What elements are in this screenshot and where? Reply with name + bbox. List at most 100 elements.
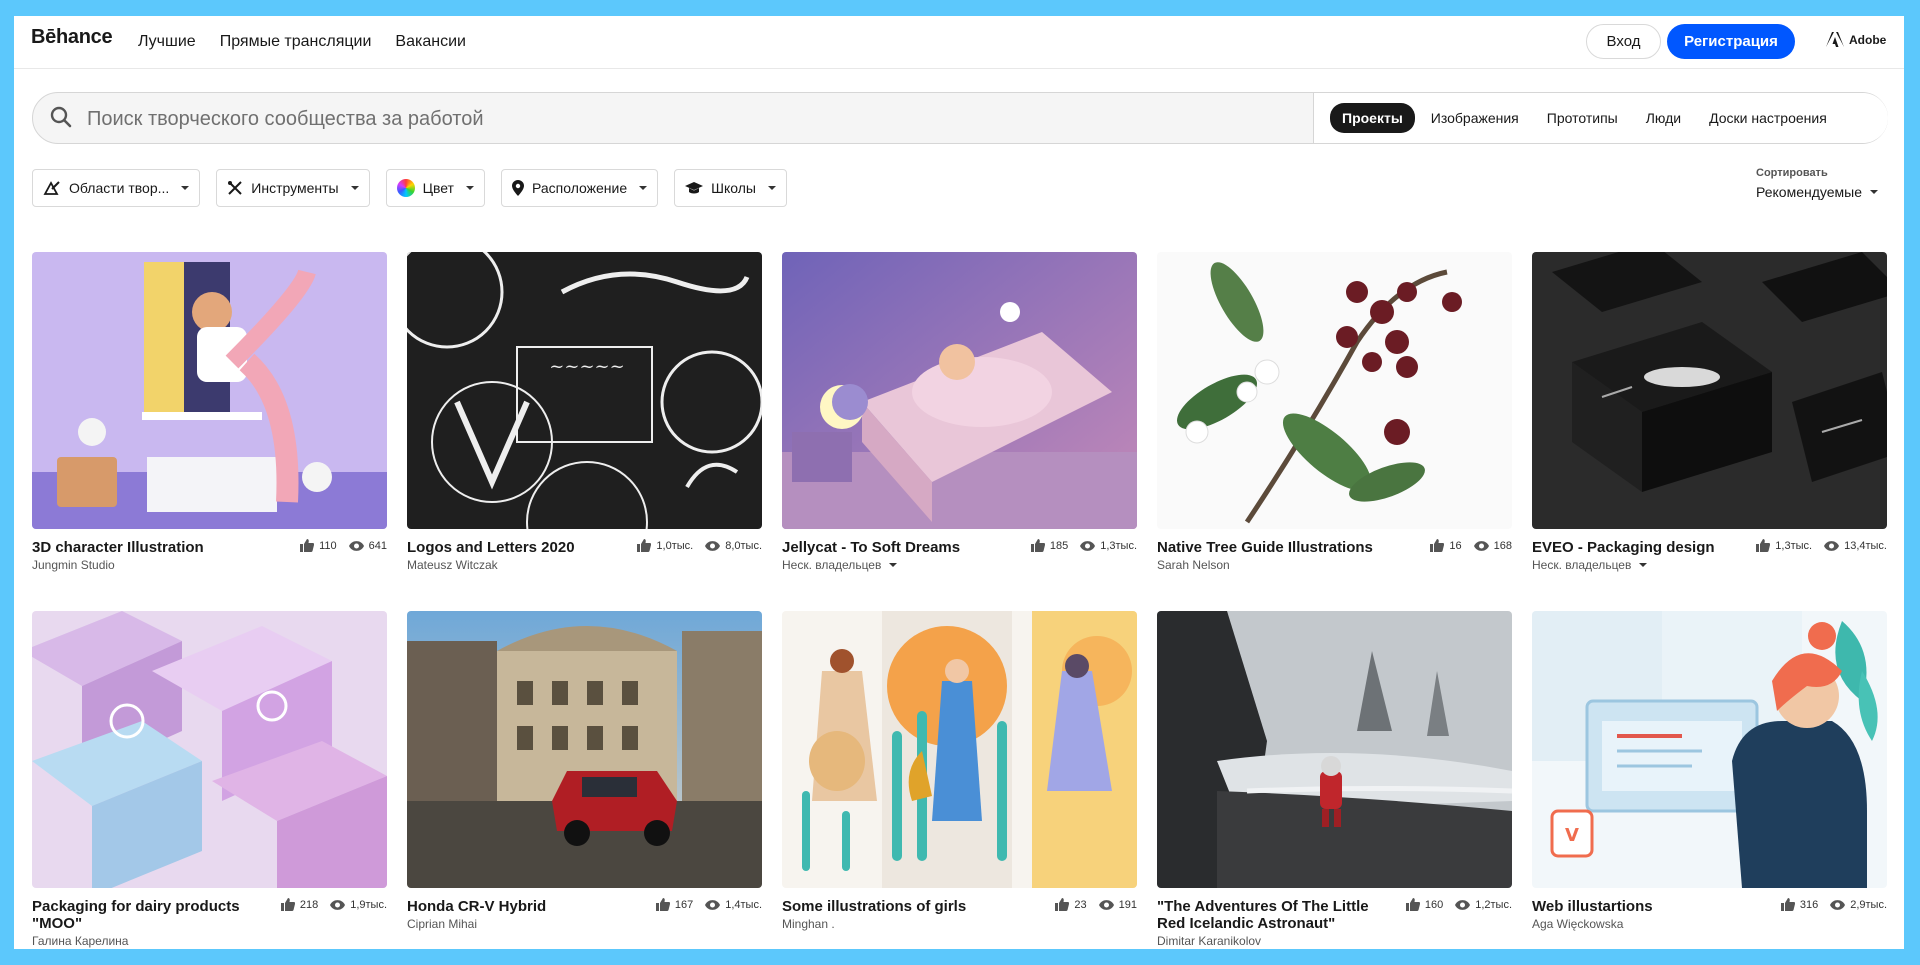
project-meta: Jellycat - To Soft Dreams Неск. владельц… — [782, 539, 1137, 591]
project-meta: Some illustrations of girls Minghan . 23… — [782, 898, 1137, 949]
project-owner[interactable]: Неск. владельцев — [782, 558, 1137, 572]
project-title[interactable]: Native Tree Guide Illustrations — [1157, 539, 1387, 556]
project-card[interactable]: Packaging for dairy products "MOO" Галин… — [32, 611, 387, 949]
sort-dropdown[interactable]: Сортировать Рекомендуемые — [1756, 167, 1878, 200]
project-card[interactable]: "The Adventures Of The Little Red Icelan… — [1157, 611, 1512, 949]
thumbs-up-icon — [1756, 539, 1771, 552]
appreciations: 23 — [1055, 898, 1087, 911]
adobe-icon — [1826, 32, 1844, 47]
views: 2,9тыс. — [1830, 899, 1887, 911]
adobe-label: Adobe — [1849, 32, 1887, 47]
views-count: 2,9тыс. — [1850, 898, 1887, 911]
filter-tools[interactable]: Инструменты — [216, 169, 370, 207]
project-title[interactable]: Some illustrations of girls — [782, 898, 1012, 915]
project-owner-name: Jungmin Studio — [32, 558, 115, 572]
project-owner[interactable]: Mateusz Witczak — [407, 558, 762, 572]
filter-location[interactable]: Расположение — [500, 169, 659, 207]
tab-projects[interactable]: Проекты — [1330, 103, 1415, 133]
project-owner-name: Dimitar Karanikolov — [1157, 934, 1262, 948]
project-owner[interactable]: Minghan . — [782, 917, 1137, 931]
project-owner[interactable]: Jungmin Studio — [32, 558, 387, 572]
project-card[interactable]: V Web illustartions Aga Więckowska 316 2… — [1532, 611, 1887, 949]
project-owner[interactable]: Галина Карелина — [32, 934, 387, 948]
project-owner[interactable]: Ciprian Mihai — [407, 917, 762, 931]
project-title[interactable]: EVEO - Packaging design — [1532, 539, 1762, 556]
likes-count: 185 — [1049, 539, 1069, 552]
project-thumbnail[interactable] — [1157, 611, 1512, 888]
project-card[interactable]: 3D character Illustration Jungmin Studio… — [32, 252, 387, 611]
svg-text:~~~~~: ~~~~~ — [549, 356, 624, 377]
project-thumbnail[interactable] — [782, 252, 1137, 529]
project-owner[interactable]: Неск. владельцев — [1532, 558, 1887, 572]
svg-text:V: V — [1565, 825, 1579, 846]
project-owner-name: Minghan . — [782, 917, 835, 931]
search-input[interactable] — [85, 103, 1289, 135]
filter-color-label: Цвет — [422, 180, 454, 196]
thumbs-up-icon — [655, 898, 670, 911]
project-title[interactable]: "The Adventures Of The Little Red Icelan… — [1157, 898, 1387, 932]
project-card[interactable]: EVEO - Packaging design Неск. владельцев… — [1532, 252, 1887, 611]
project-thumbnail[interactable] — [32, 611, 387, 888]
eye-icon — [1830, 899, 1846, 910]
project-card[interactable]: Jellycat - To Soft Dreams Неск. владельц… — [782, 252, 1137, 611]
project-title[interactable]: Jellycat - To Soft Dreams — [782, 539, 1012, 556]
project-card[interactable]: Honda CR-V Hybrid Ciprian Mihai 167 1,4т… — [407, 611, 762, 949]
top-bar: Bēhance Лучшие Прямые трансляции Ваканси… — [14, 16, 1904, 69]
project-thumbnail[interactable] — [32, 252, 387, 529]
project-thumbnail[interactable]: ~~~~~ — [407, 252, 762, 529]
tab-prototypes[interactable]: Прототипы — [1535, 103, 1630, 133]
views: 191 — [1098, 899, 1137, 911]
filter-schools[interactable]: Школы — [674, 169, 787, 207]
project-owner-name: Mateusz Witczak — [407, 558, 498, 572]
chevron-down-icon — [1639, 563, 1648, 567]
tools-icon — [228, 181, 243, 195]
views: 8,0тыс. — [705, 540, 762, 552]
appreciations: 185 — [1030, 539, 1069, 552]
nav-jobs[interactable]: Вакансии — [395, 33, 466, 51]
project-thumbnail[interactable] — [782, 611, 1137, 888]
filter-tools-label: Инструменты — [251, 180, 339, 196]
eye-icon — [330, 899, 346, 910]
project-thumbnail[interactable]: V — [1532, 611, 1887, 888]
main-nav: Лучшие Прямые трансляции Вакансии — [138, 16, 466, 68]
search-icon — [50, 106, 72, 128]
project-title[interactable]: Web illustartions — [1532, 898, 1762, 915]
project-card[interactable]: Some illustrations of girls Minghan . 23… — [782, 611, 1137, 949]
filter-creative-fields[interactable]: Области твор... — [32, 169, 201, 207]
tab-moodboards[interactable]: Доски настроения — [1697, 103, 1839, 133]
project-title[interactable]: Honda CR-V Hybrid — [407, 898, 637, 915]
project-card[interactable]: ~~~~~ Logos and Letters 2020 Mateusz Wit… — [407, 252, 762, 611]
chevron-down-icon — [181, 186, 190, 190]
project-owner[interactable]: Sarah Nelson — [1157, 558, 1512, 572]
eye-icon — [705, 540, 721, 551]
project-stats: 167 1,4тыс. — [650, 898, 762, 911]
project-card[interactable]: Native Tree Guide Illustrations Sarah Ne… — [1157, 252, 1512, 611]
project-thumbnail[interactable] — [407, 611, 762, 888]
likes-count: 167 — [674, 898, 694, 911]
behance-logo[interactable]: Bēhance — [31, 26, 113, 49]
project-title[interactable]: Logos and Letters 2020 — [407, 539, 637, 556]
appreciations: 1,0тыс. — [637, 539, 693, 552]
location-pin-icon — [511, 180, 524, 196]
nav-livestreams[interactable]: Прямые трансляции — [220, 33, 372, 51]
project-owner[interactable]: Aga Więckowska — [1532, 917, 1887, 931]
tab-people[interactable]: Люди — [1634, 103, 1693, 133]
project-title[interactable]: Packaging for dairy products "MOO" — [32, 898, 262, 932]
project-stats: 1,3тыс. 13,4тыс. — [1750, 539, 1887, 552]
filter-color[interactable]: Цвет — [385, 169, 485, 207]
tab-images[interactable]: Изображения — [1419, 103, 1531, 133]
project-meta: "The Adventures Of The Little Red Icelan… — [1157, 898, 1512, 949]
adobe-link[interactable]: Adobe — [1826, 32, 1886, 47]
project-owner[interactable]: Dimitar Karanikolov — [1157, 934, 1512, 948]
views: 168 — [1473, 540, 1512, 552]
project-thumbnail[interactable] — [1157, 252, 1512, 529]
graduation-cap-icon — [685, 182, 704, 194]
project-title[interactable]: 3D character Illustration — [32, 539, 262, 556]
likes-count: 23 — [1074, 898, 1087, 911]
project-grid: 3D character Illustration Jungmin Studio… — [32, 252, 1887, 949]
login-button[interactable]: Вход — [1586, 24, 1661, 59]
project-owner-name: Sarah Nelson — [1157, 558, 1230, 572]
nav-best[interactable]: Лучшие — [138, 33, 196, 51]
signup-button[interactable]: Регистрация — [1667, 24, 1795, 59]
project-thumbnail[interactable] — [1532, 252, 1887, 529]
